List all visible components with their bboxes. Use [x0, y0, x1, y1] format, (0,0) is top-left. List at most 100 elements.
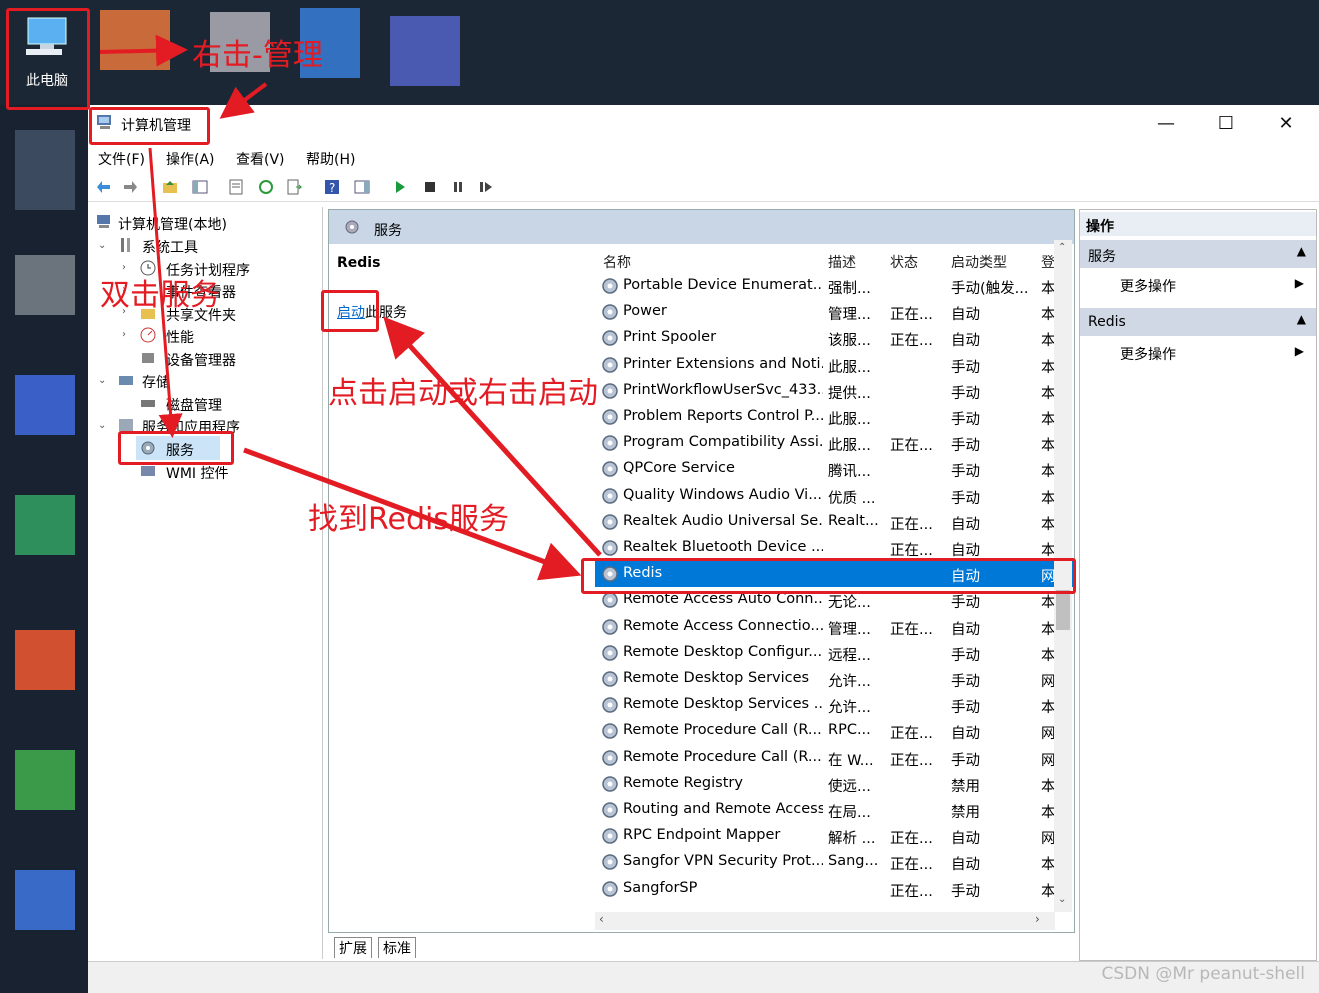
actions-section-services[interactable]: 服务 ▲	[1080, 240, 1316, 268]
collapse-icon[interactable]: ▲	[1297, 312, 1306, 326]
column-header-name[interactable]: 名称	[603, 252, 631, 272]
annotation-box-services	[118, 431, 234, 465]
chevron-down-icon[interactable]: ⌄	[98, 240, 106, 251]
column-header-status[interactable]: 状态	[890, 252, 918, 272]
table-row[interactable]: Remote Desktop Services ... 允许... 手动本	[595, 692, 1073, 718]
service-gear-icon	[602, 645, 618, 661]
table-row[interactable]: PrintWorkflowUserSvc_433... 提供... 手动本	[595, 378, 1073, 404]
tab-standard[interactable]: 标准	[378, 937, 416, 958]
submenu-arrow-icon: ▶	[1294, 276, 1304, 290]
service-name: Realtek Bluetooth Device ...	[623, 539, 823, 555]
scroll-up-icon[interactable]: ⌃	[1058, 242, 1066, 253]
service-startup-type: 自动	[951, 333, 980, 350]
restart-service-icon[interactable]	[478, 179, 494, 195]
table-row[interactable]: SangforSP 正在... 手动本	[595, 876, 1073, 902]
annotation-box-redis-row	[581, 558, 1076, 594]
forward-icon[interactable]	[122, 179, 138, 195]
table-row[interactable]: Remote Desktop Configur... 远程... 手动本	[595, 640, 1073, 666]
tree-storage[interactable]: 存储	[142, 372, 170, 392]
actions-section-redis[interactable]: Redis ▲	[1080, 308, 1316, 336]
properties-icon[interactable]	[228, 179, 244, 195]
table-row[interactable]: Remote Registry 使远... 禁用本	[595, 771, 1073, 797]
refresh-icon[interactable]	[258, 179, 274, 195]
table-row[interactable]: Realtek Audio Universal Se... Realt... 正在.…	[595, 509, 1073, 535]
service-status: 正在...	[890, 621, 933, 638]
table-row[interactable]: RPC Endpoint Mapper 解析 ... 正在... 自动网	[595, 823, 1073, 849]
service-status: 正在...	[890, 726, 933, 743]
stop-service-icon[interactable]	[422, 179, 438, 195]
service-startup-type: 手动	[951, 385, 980, 402]
menu-action[interactable]: 操作(A)	[166, 149, 215, 169]
service-name: Print Spooler	[623, 329, 717, 346]
table-row[interactable]: Program Compatibility Assi... 此服... 正在... 手…	[595, 430, 1073, 456]
service-name: Remote Access Connectio...	[623, 617, 823, 634]
column-header-startup-type[interactable]: 启动类型	[951, 252, 1007, 272]
start-service-icon[interactable]	[392, 179, 408, 195]
scroll-down-icon[interactable]: ⌄	[1058, 894, 1066, 905]
menu-help[interactable]: 帮助(H)	[306, 149, 355, 169]
table-row[interactable]: Remote Desktop Services 允许... 手动网	[595, 666, 1073, 692]
show-hide-tree-icon[interactable]	[192, 179, 208, 195]
up-folder-icon[interactable]	[162, 179, 178, 195]
title-bar[interactable]: 计算机管理 — ☐ ✕	[88, 105, 1319, 143]
tree-disk-management[interactable]: 磁盘管理	[166, 395, 222, 415]
scroll-thumb[interactable]	[1056, 590, 1070, 630]
tree-root[interactable]: 计算机管理(本地)	[118, 214, 227, 234]
menu-file[interactable]: 文件(F)	[98, 149, 145, 169]
service-description: 管理...	[828, 621, 871, 638]
tab-extended[interactable]: 扩展	[334, 937, 372, 958]
minimize-button[interactable]: —	[1143, 111, 1189, 137]
scroll-right-icon[interactable]: ›	[1035, 912, 1040, 926]
chevron-down-icon[interactable]: ⌄	[98, 420, 106, 431]
computer-management-icon	[97, 215, 110, 228]
pause-service-icon[interactable]	[450, 179, 466, 195]
service-startup-type: 手动	[951, 438, 980, 455]
service-name: Remote Desktop Services ...	[623, 696, 823, 713]
table-row[interactable]: Remote Procedure Call (R... RPC... 正在... 自动…	[595, 718, 1073, 744]
back-icon[interactable]	[96, 179, 112, 195]
table-row[interactable]: Quality Windows Audio Vi... 优质 ... 手动本	[595, 483, 1073, 509]
table-row[interactable]: Print Spooler 该服... 正在... 自动本	[595, 325, 1073, 351]
table-row[interactable]: Remote Access Connectio... 管理... 正在... 自动本	[595, 614, 1073, 640]
tree-device-manager[interactable]: 设备管理器	[166, 350, 236, 370]
maximize-button[interactable]: ☐	[1203, 111, 1249, 137]
table-row[interactable]: Remote Procedure Call (R... 在 W... 正在... 手动…	[595, 745, 1073, 771]
service-name: Sangfor VPN Security Prot...	[623, 853, 823, 870]
export-list-icon[interactable]	[286, 179, 302, 195]
table-row[interactable]: Routing and Remote Access 在局... 禁用本	[595, 797, 1073, 823]
scroll-left-icon[interactable]: ‹	[599, 912, 604, 926]
annotation-right-click-manage: 右击-管理	[192, 38, 323, 73]
tree-system-tools[interactable]: 系统工具	[142, 237, 198, 257]
table-row[interactable]: QPCore Service 腾讯... 手动本	[595, 456, 1073, 482]
tree-performance[interactable]: 性能	[166, 327, 194, 347]
chevron-down-icon[interactable]: ⌄	[98, 375, 106, 386]
column-header-description[interactable]: 描述	[828, 252, 856, 272]
column-header-logon[interactable]: 登	[1041, 252, 1055, 272]
menu-view[interactable]: 查看(V)	[236, 149, 285, 169]
service-gear-icon	[602, 776, 618, 792]
service-description: 此服...	[828, 438, 871, 455]
close-button[interactable]: ✕	[1263, 111, 1309, 137]
service-gear-icon	[602, 854, 618, 871]
service-startup-type: 自动	[951, 831, 980, 848]
service-description: 使远...	[828, 778, 871, 795]
more-actions-services[interactable]: 更多操作	[1120, 276, 1176, 296]
service-gear-icon	[602, 828, 618, 844]
service-startup-type: 手动	[951, 464, 980, 481]
service-description: 解析 ...	[828, 831, 876, 848]
help-icon[interactable]: ?	[324, 179, 340, 195]
table-row[interactable]: Sangfor VPN Security Prot... Sang... 正在...…	[595, 849, 1073, 875]
table-row[interactable]: Printer Extensions and Noti... 此服... 手动本	[595, 352, 1073, 378]
table-row[interactable]: Power 管理... 正在... 自动本	[595, 299, 1073, 325]
actions-header: 操作	[1080, 212, 1316, 236]
service-description: 远程...	[828, 647, 871, 664]
table-row[interactable]: Portable Device Enumerat... 强制... 手动(触发...…	[595, 273, 1073, 299]
table-row[interactable]: Problem Reports Control P... 此服... 手动本	[595, 404, 1073, 430]
collapse-icon[interactable]: ▲	[1297, 244, 1306, 258]
annotation-box-start-link	[321, 290, 379, 332]
horizontal-scrollbar[interactable]: ‹ ›	[595, 912, 1055, 930]
more-actions-redis[interactable]: 更多操作	[1120, 344, 1176, 364]
chevron-right-icon[interactable]: ›	[122, 329, 126, 340]
action-pane-icon[interactable]	[354, 179, 370, 195]
tree-wmi-control[interactable]: WMI 控件	[166, 463, 229, 483]
